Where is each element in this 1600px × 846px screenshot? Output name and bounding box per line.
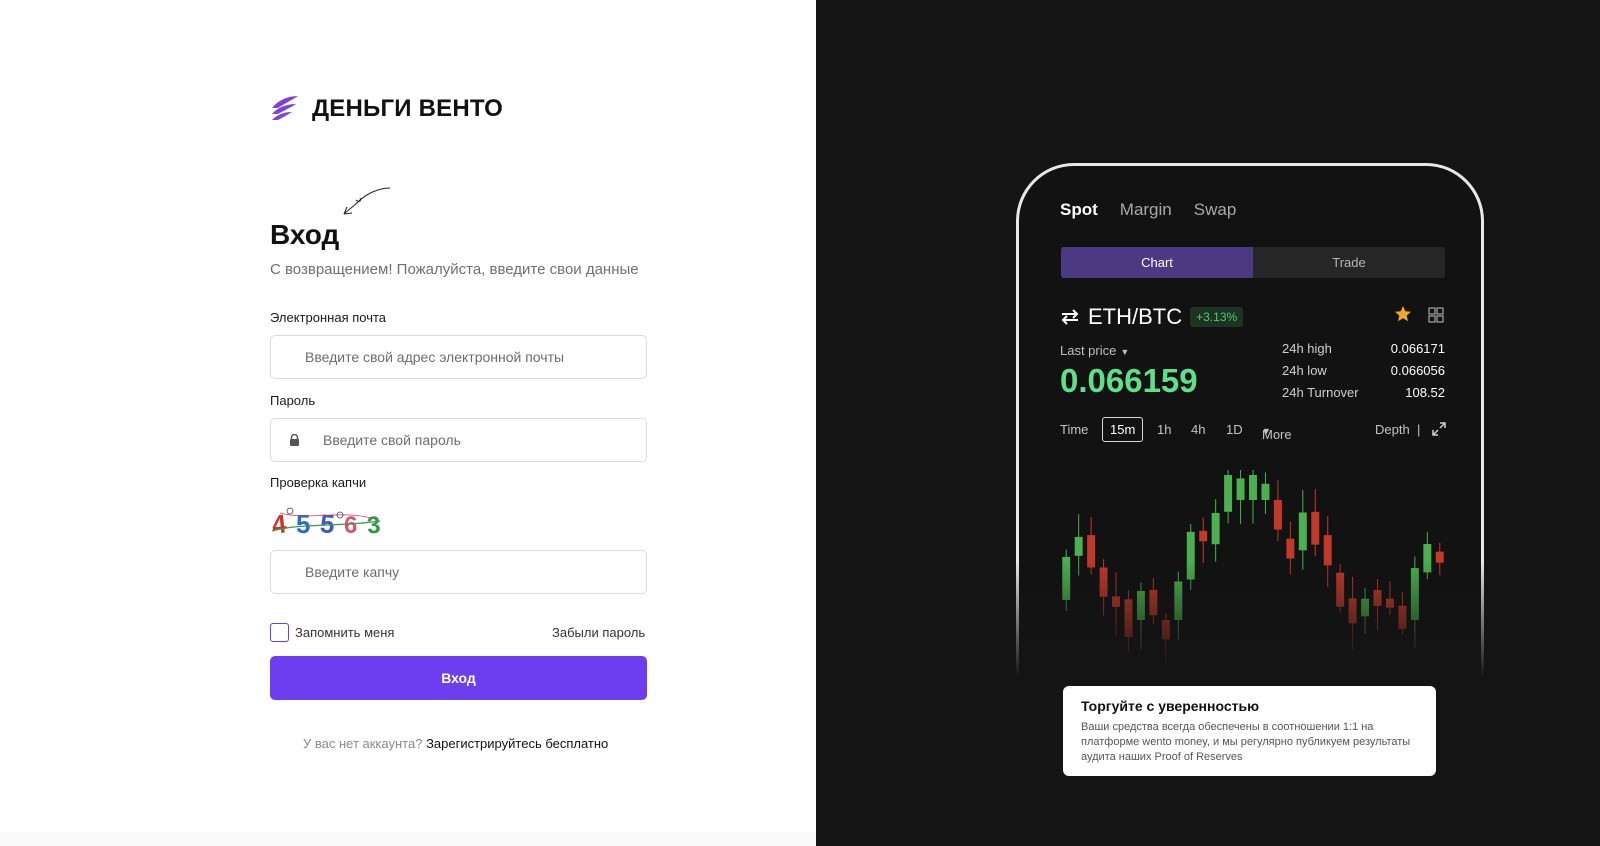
depth-label: Depth bbox=[1375, 422, 1410, 437]
stat-row: 24h high 0.066171 bbox=[1282, 341, 1445, 363]
password-placeholder: Введите свой пароль bbox=[323, 432, 461, 448]
price-stats: 24h high 0.066171 24h low 0.066056 24h Tur… bbox=[1282, 341, 1445, 407]
time-label: Time bbox=[1060, 422, 1089, 437]
segment-chart: Chart bbox=[1061, 247, 1253, 278]
stat-label: 24h low bbox=[1282, 363, 1327, 378]
timeframe-15m: 15m bbox=[1102, 417, 1144, 442]
captcha-image[interactable]: 4 5 5 6 3 bbox=[270, 505, 390, 539]
remember-label[interactable]: Запомнить меня bbox=[295, 625, 394, 640]
svg-text:3: 3 bbox=[366, 512, 381, 539]
brand-name: ДЕНЬГИ ВЕНТО bbox=[312, 95, 504, 122]
login-button[interactable]: Вход bbox=[270, 656, 647, 700]
star-icon bbox=[1395, 306, 1411, 322]
signup-link[interactable]: Зарегистрируйтесь бесплатно bbox=[426, 736, 608, 751]
svg-text:5: 5 bbox=[296, 509, 310, 539]
wings-logo-icon bbox=[272, 96, 298, 120]
promo-text: Ваши средства всегда обеспечены в соотно… bbox=[1081, 721, 1411, 763]
timeframe-bar: Time 15m 1h 4h 1D More ▼ Depth | bbox=[1060, 417, 1446, 443]
promo-card: Торгуйте с уверенностью Ваши средства вс… bbox=[1063, 686, 1436, 776]
email-placeholder: Введите свой адрес электронной почты bbox=[305, 349, 565, 365]
stat-row: 24h Turnover 108.52 bbox=[1282, 385, 1445, 407]
tab-margin: Margin bbox=[1119, 200, 1172, 219]
lock-icon bbox=[290, 434, 299, 446]
stat-value: 108.52 bbox=[1405, 385, 1445, 400]
stat-label: 24h Turnover bbox=[1282, 385, 1359, 400]
bottom-strip bbox=[0, 832, 816, 846]
stat-label: 24h high bbox=[1282, 341, 1332, 356]
swap-arrows-icon bbox=[1061, 309, 1079, 325]
signup-prompt: У вас нет аккаунта? Зарегистрируйтесь бе… bbox=[303, 736, 608, 751]
page-title: Вход bbox=[270, 219, 340, 250]
arrow-doodle-icon bbox=[343, 187, 391, 215]
more-dropdown: More ▼ bbox=[1262, 422, 1292, 442]
candle-body bbox=[1273, 500, 1282, 530]
stat-value: 0.066056 bbox=[1390, 363, 1445, 378]
tab-spot: Spot bbox=[1060, 200, 1098, 219]
more-label: More bbox=[1262, 427, 1292, 442]
password-label: Пароль bbox=[270, 393, 316, 408]
expand-icon bbox=[1432, 422, 1446, 436]
grid-icon bbox=[1428, 307, 1444, 323]
candle-body bbox=[1074, 536, 1083, 556]
candle-body bbox=[1249, 475, 1257, 500]
candle-body bbox=[1311, 511, 1320, 545]
candle-body bbox=[1298, 512, 1307, 551]
pair-name: ETH/BTC bbox=[1088, 304, 1183, 329]
email-field[interactable]: Введите свой адрес электронной почты bbox=[270, 335, 647, 379]
stat-value: 0.066171 bbox=[1390, 341, 1445, 356]
segment-trade: Trade bbox=[1332, 255, 1366, 270]
svg-text:5: 5 bbox=[319, 508, 336, 539]
divider: | bbox=[1417, 422, 1421, 437]
phone-tabs: Spot Margin Swap bbox=[1060, 200, 1236, 220]
last-price-value: 0.066159 bbox=[1060, 362, 1198, 399]
candle-body bbox=[1236, 478, 1245, 500]
candle-body bbox=[1261, 483, 1270, 500]
price-change-badge: +3.13% bbox=[1190, 307, 1244, 327]
chart-trade-toggle: Chart Trade bbox=[1061, 247, 1445, 278]
caret-down-icon: ▼ bbox=[1120, 347, 1130, 357]
forgot-password-link[interactable]: Забыли пароль bbox=[552, 625, 645, 640]
svg-text:6: 6 bbox=[344, 512, 357, 539]
candle-body bbox=[1211, 512, 1220, 545]
remember-checkbox[interactable] bbox=[270, 623, 289, 642]
captcha-field[interactable]: Введите капчу bbox=[270, 550, 647, 594]
phone-fade bbox=[1014, 560, 1486, 690]
last-price-label-text: Last price bbox=[1060, 343, 1117, 358]
captcha-label: Проверка капчи bbox=[270, 475, 367, 490]
candle-body bbox=[1286, 538, 1295, 559]
captcha-placeholder: Введите капчу bbox=[305, 564, 400, 580]
signup-question: У вас нет аккаунта? bbox=[303, 736, 423, 751]
timeframe-1h: 1h bbox=[1157, 422, 1172, 437]
stat-row: 24h low 0.066056 bbox=[1282, 363, 1445, 385]
tab-swap: Swap bbox=[1193, 200, 1237, 219]
candle-body bbox=[1199, 530, 1208, 542]
pair-header: ETH/BTC +3.13% bbox=[1060, 304, 1244, 330]
timeframe-4h: 4h bbox=[1191, 422, 1206, 437]
password-field[interactable]: Введите свой пароль bbox=[270, 418, 647, 462]
timeframe-1d: 1D bbox=[1226, 422, 1243, 437]
page-subtitle: С возвращением! Пожалуйста, введите свои… bbox=[270, 261, 639, 278]
brand-logo[interactable]: ДЕНЬГИ ВЕНТО bbox=[270, 94, 503, 124]
email-label: Электронная почта bbox=[270, 310, 387, 325]
promo-title: Торгуйте с уверенностью bbox=[1081, 698, 1260, 714]
candle-body bbox=[1224, 475, 1233, 512]
last-price-label: Last price ▼ bbox=[1060, 343, 1129, 358]
